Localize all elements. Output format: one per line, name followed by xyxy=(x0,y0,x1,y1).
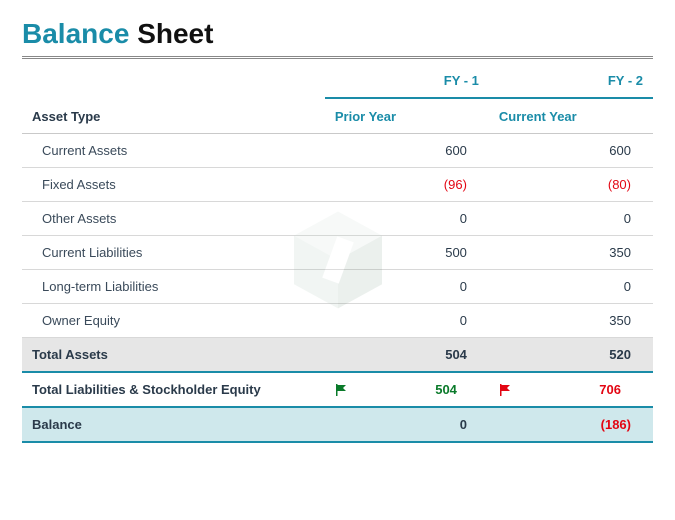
row-v1: 0 xyxy=(325,304,489,338)
table-row: Other Assets00 xyxy=(22,202,653,236)
total-liabilities-v2-cell: 706 xyxy=(489,372,653,407)
table-row: Fixed Assets(96)(80) xyxy=(22,168,653,202)
total-liabilities-v1-cell: 504 xyxy=(325,372,489,407)
total-liabilities-v1: 504 xyxy=(435,382,457,397)
balance-v1: 0 xyxy=(325,407,489,442)
row-label: Current Liabilities xyxy=(22,236,325,270)
table-row: Owner Equity0350 xyxy=(22,304,653,338)
balance-row: Balance 0 (186) xyxy=(22,407,653,442)
row-label: Other Assets xyxy=(22,202,325,236)
total-liabilities-label: Total Liabilities & Stockholder Equity xyxy=(22,372,325,407)
balance-sheet-table: FY - 1 FY - 2 Asset Type Prior Year Curr… xyxy=(22,59,653,443)
total-liabilities-v2: 706 xyxy=(599,382,621,397)
row-v2: 0 xyxy=(489,270,653,304)
flag-ok-icon xyxy=(335,383,349,397)
row-label: Long-term Liabilities xyxy=(22,270,325,304)
row-v1: 0 xyxy=(325,202,489,236)
total-assets-label: Total Assets xyxy=(22,338,325,373)
title-main: Sheet xyxy=(137,18,213,49)
current-year-header: Current Year xyxy=(489,98,653,134)
row-v2: 350 xyxy=(489,236,653,270)
fy2-label: FY - 2 xyxy=(489,59,653,98)
row-v1: (96) xyxy=(325,168,489,202)
balance-v2: (186) xyxy=(489,407,653,442)
row-label: Fixed Assets xyxy=(22,168,325,202)
prior-year-header: Prior Year xyxy=(325,98,489,134)
balance-label: Balance xyxy=(22,407,325,442)
header-row: Asset Type Prior Year Current Year xyxy=(22,98,653,134)
table-row: Current Assets600600 xyxy=(22,134,653,168)
row-v2: (80) xyxy=(489,168,653,202)
fiscal-year-row: FY - 1 FY - 2 xyxy=(22,59,653,98)
page-title: Balance Sheet xyxy=(22,18,653,50)
total-liabilities-row: Total Liabilities & Stockholder Equity 5… xyxy=(22,372,653,407)
row-label: Owner Equity xyxy=(22,304,325,338)
row-label: Current Assets xyxy=(22,134,325,168)
total-assets-v2: 520 xyxy=(489,338,653,373)
total-assets-v1: 504 xyxy=(325,338,489,373)
title-accent: Balance xyxy=(22,18,129,49)
table-row: Long-term Liabilities00 xyxy=(22,270,653,304)
fy1-label: FY - 1 xyxy=(325,59,489,98)
asset-type-header: Asset Type xyxy=(22,98,325,134)
row-v2: 350 xyxy=(489,304,653,338)
row-v2: 0 xyxy=(489,202,653,236)
row-v1: 600 xyxy=(325,134,489,168)
flag-bad-icon xyxy=(499,383,513,397)
row-v1: 0 xyxy=(325,270,489,304)
row-v2: 600 xyxy=(489,134,653,168)
total-assets-row: Total Assets 504 520 xyxy=(22,338,653,373)
row-v1: 500 xyxy=(325,236,489,270)
table-row: Current Liabilities500350 xyxy=(22,236,653,270)
